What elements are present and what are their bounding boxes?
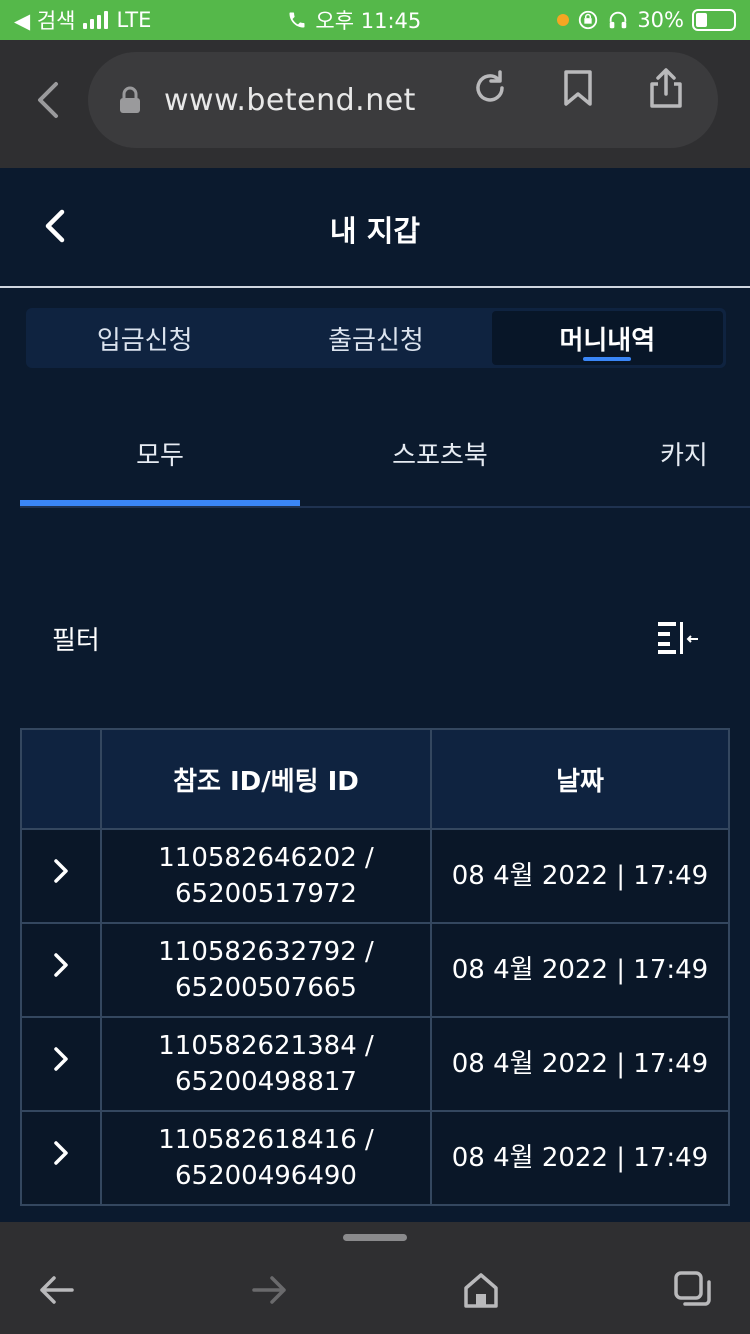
ref-id: 110582646202 / <box>158 843 374 873</box>
lock-icon <box>120 86 140 113</box>
signal-icon <box>83 11 109 29</box>
date-cell: 08 4월 2022 | 17:49 <box>430 1110 730 1206</box>
status-right: 30% <box>557 8 736 32</box>
subtab-sportsbook[interactable]: 스포츠북 <box>320 400 560 506</box>
ref-id-cell: 110582632792 / 65200507665 <box>100 922 432 1018</box>
header-date: 날짜 <box>430 728 730 830</box>
table-row[interactable]: 110582646202 / 65200517972 08 4월 2022 | 1… <box>20 828 730 924</box>
tabs-icon[interactable] <box>673 1270 713 1310</box>
status-time: 오후 11:45 <box>315 9 422 33</box>
arrow-right-icon[interactable] <box>250 1270 290 1310</box>
headphones-icon <box>610 11 627 29</box>
page-title: 내 지갑 <box>329 214 421 248</box>
transaction-table: 참조 ID/베팅 ID 날짜 110582646202 / 65200517972… <box>20 728 730 1206</box>
date-cell: 08 4월 2022 | 17:49 <box>430 922 730 1018</box>
header-ref-id: 참조 ID/베팅 ID <box>100 728 432 830</box>
bet-id: 65200517972 <box>175 879 357 909</box>
rotation-lock-icon <box>579 10 598 30</box>
home-icon[interactable] <box>461 1270 501 1310</box>
ref-id-cell: 110582621384 / 65200498817 <box>100 1016 432 1112</box>
browser-bottom-toolbar <box>0 1222 750 1334</box>
address-bar[interactable]: www.betend.net <box>88 52 718 148</box>
bet-id: 65200496490 <box>175 1161 357 1191</box>
share-icon[interactable] <box>646 68 686 108</box>
subtab-all[interactable]: 모두 <box>20 400 300 506</box>
phone-icon <box>289 12 305 28</box>
status-left: ◀ 검색 LTE <box>14 5 151 35</box>
row-expand-cell[interactable] <box>20 922 102 1018</box>
arrow-left-icon[interactable] <box>36 1270 76 1310</box>
back-to-app-link[interactable]: ◀ 검색 <box>14 5 75 35</box>
drag-handle[interactable] <box>343 1234 407 1241</box>
row-expand-cell[interactable] <box>20 828 102 924</box>
chevron-right-icon[interactable] <box>51 952 71 978</box>
chevron-left-icon[interactable] <box>30 80 70 120</box>
chevron-right-icon[interactable] <box>51 858 71 884</box>
row-expand-cell[interactable] <box>20 1110 102 1206</box>
ref-id-cell: 110582618416 / 65200496490 <box>100 1110 432 1206</box>
header-expand <box>20 728 102 830</box>
filter-label: 필터 <box>52 626 100 656</box>
network-label: LTE <box>116 8 152 32</box>
date-cell: 08 4월 2022 | 17:49 <box>430 828 730 924</box>
table-row[interactable]: 110582618416 / 65200496490 08 4월 2022 | 1… <box>20 1110 730 1206</box>
date-cell: 08 4월 2022 | 17:49 <box>430 1016 730 1112</box>
battery-percent: 30% <box>637 8 684 32</box>
history-subtabs: 모두 스포츠북 카지 <box>20 400 750 508</box>
ref-id: 110582618416 / <box>158 1125 374 1155</box>
ref-id: 110582632792 / <box>158 937 374 967</box>
table-row[interactable]: 110582621384 / 65200498817 08 4월 2022 | 1… <box>20 1016 730 1112</box>
ref-id: 110582621384 / <box>158 1031 374 1061</box>
tab-withdraw-request[interactable]: 출금신청 <box>260 311 491 365</box>
row-expand-cell[interactable] <box>20 1016 102 1112</box>
bookmark-icon[interactable] <box>558 68 598 108</box>
chevron-right-icon[interactable] <box>51 1046 71 1072</box>
url-text[interactable]: www.betend.net <box>164 83 416 118</box>
filter-collapse-icon[interactable] <box>656 620 700 656</box>
table-header-row: 참조 ID/베팅 ID 날짜 <box>20 728 730 830</box>
wallet-tabs: 입금신청 출금신청 머니내역 <box>26 308 726 368</box>
battery-icon <box>692 9 736 31</box>
recording-dot-icon <box>557 14 570 26</box>
bet-id: 65200507665 <box>175 973 357 1003</box>
reload-icon[interactable] <box>470 68 510 108</box>
app-header: 내 지갑 <box>0 168 750 288</box>
status-bar: ◀ 검색 LTE 오후 11:45 30% <box>0 0 750 40</box>
tab-money-history[interactable]: 머니내역 <box>491 311 723 365</box>
tab-deposit-request[interactable]: 입금신청 <box>29 311 260 365</box>
status-center: 오후 11:45 <box>287 5 421 35</box>
bet-id: 65200498817 <box>175 1067 357 1097</box>
subtab-casino[interactable]: 카지 <box>660 400 750 506</box>
chevron-right-icon[interactable] <box>51 1140 71 1166</box>
ref-id-cell: 110582646202 / 65200517972 <box>100 828 432 924</box>
table-row[interactable]: 110582632792 / 65200507665 08 4월 2022 | 1… <box>20 922 730 1018</box>
browser-toolbar: www.betend.net <box>0 40 750 168</box>
